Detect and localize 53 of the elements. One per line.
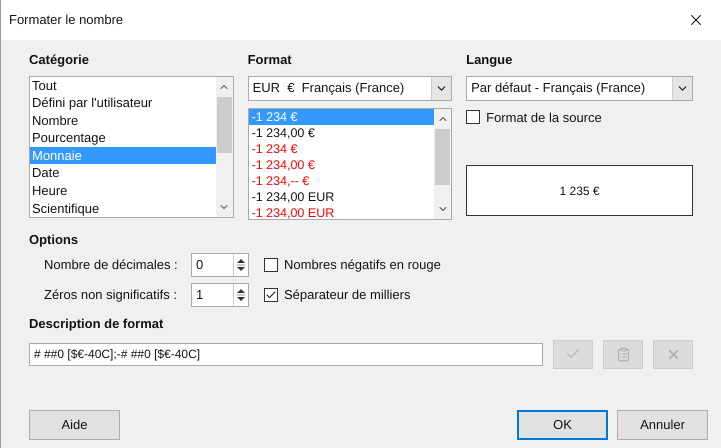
checkbox-square[interactable] [264, 258, 278, 272]
checkbox-square[interactable] [466, 110, 480, 124]
list-item[interactable]: -1 234 € [248, 140, 434, 156]
checkbox-label: Nombres négatifs en rouge [284, 256, 441, 274]
list-item[interactable]: -1 234,00 EUR [248, 188, 434, 204]
cancel-button[interactable]: Annuler [617, 410, 708, 440]
format-list[interactable]: -1 234 € -1 234,00 € -1 234 € -1 234,00 € -1 234,-- € -1 234,00 EUR -1 234,00 EUR [248, 108, 452, 220]
window-title: Formater le nombre [9, 11, 124, 30]
list-item[interactable]: -1 234,00 EUR [248, 204, 434, 218]
dropdown-value: Par défaut - Français (France) [470, 79, 646, 98]
checkbox-label: Séparateur de milliers [284, 286, 410, 304]
checkbox-square[interactable] [264, 288, 278, 302]
list-item[interactable]: -1 234,00 € [248, 156, 434, 172]
preview-text: 1 235 € [560, 182, 600, 200]
section-heading: Description de format [29, 315, 164, 333]
list-item[interactable]: Heure [30, 182, 216, 200]
category-list[interactable]: Tout Défini par l'utilisateur Nombre Pourcentage Monnaie Date Heure Scientifique [29, 76, 234, 218]
list-item[interactable]: Scientifique [30, 200, 216, 216]
list-item[interactable]: Nombre [30, 112, 216, 130]
spin-arrows-icon[interactable] [233, 254, 248, 276]
scrollbar[interactable] [434, 108, 452, 218]
spin-field[interactable]: 0 [191, 253, 249, 277]
list-item[interactable]: -1 234,00 € [248, 124, 434, 140]
scrollbar[interactable] [216, 76, 233, 216]
ok-button[interactable]: OK [517, 410, 608, 440]
checkbox[interactable]: Séparateur de milliers [264, 285, 410, 305]
help-button[interactable]: Aide [29, 410, 120, 440]
spin-value: 1 [195, 286, 204, 304]
format-code-field[interactable]: # ##0 [$€-40C];-# ##0 [$€-40C] [29, 342, 544, 366]
field-label: Zéros non significatifs : [44, 286, 178, 304]
check-icon [265, 289, 277, 301]
list-item[interactable]: Défini par l'utilisateur [30, 94, 216, 112]
spin-arrows-icon[interactable] [233, 284, 248, 306]
currency-dropdown[interactable]: EUR € Français (France) [248, 76, 452, 100]
scroll-thumb[interactable] [216, 96, 232, 152]
checkbox[interactable]: Nombres négatifs en rouge [264, 255, 441, 275]
scroll-thumb[interactable] [435, 128, 450, 184]
dropdown-value: EUR € Français (France) [252, 79, 406, 98]
language-dropdown[interactable]: Par défaut - Français (France) [466, 76, 693, 100]
list-item[interactable]: Date [30, 164, 216, 182]
section-heading: Options [29, 230, 80, 249]
list-item[interactable]: -1 234,-- € [248, 172, 434, 188]
section-heading: Catégorie [29, 51, 90, 69]
checkbox[interactable]: Format de la source [466, 108, 693, 127]
section-heading: Langue [466, 51, 514, 69]
field-label: Nombre de décimales : [44, 256, 179, 274]
section-heading: Format [248, 51, 293, 69]
spin-field[interactable]: 1 [191, 283, 249, 307]
spin-value: 0 [195, 256, 204, 274]
list-item[interactable]: Pourcentage [30, 129, 216, 147]
checkbox-label: Format de la source [486, 108, 602, 126]
clipboard-icon [616, 346, 631, 362]
list-item[interactable]: Tout [30, 76, 216, 94]
